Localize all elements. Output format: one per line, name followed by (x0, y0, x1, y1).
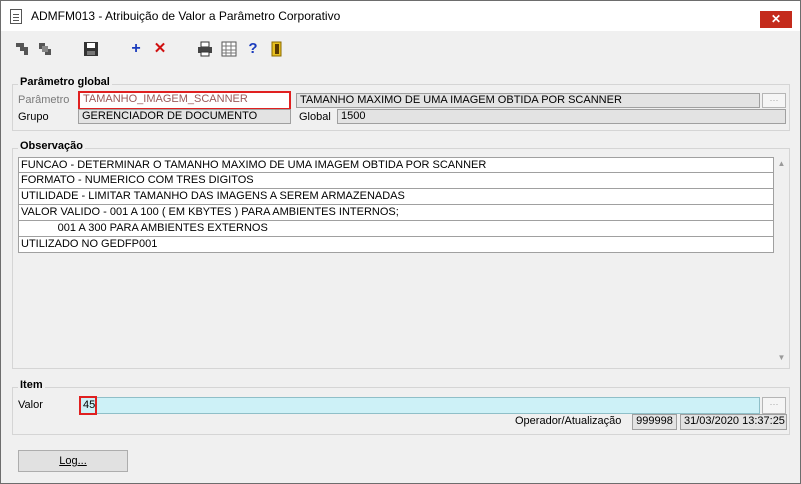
parametro-label: Parâmetro (18, 94, 70, 106)
observacao-line: FORMATO - NUMERICO COM TRES DIGITOS (18, 173, 774, 189)
observacao-line: UTILIZADO NO GEDFP001 (18, 237, 774, 253)
global-label: Global (299, 111, 331, 123)
delete-icon[interactable]: ✕ (152, 41, 168, 57)
parametro-description-field: TAMANHO MAXIMO DE UMA IMAGEM OBTIDA POR … (296, 93, 760, 108)
log-button[interactable]: Log... (18, 450, 128, 472)
scroll-down-icon[interactable]: ▼ (775, 351, 788, 364)
parametro-lookup-button[interactable]: ⋯ (762, 93, 786, 108)
operador-field: 999998 (632, 414, 677, 430)
atualizacao-field: 31/03/2020 13:37:25 (680, 414, 787, 430)
log-button-label: Log... (59, 455, 87, 467)
valor-lookup-button[interactable]: ⋯ (762, 397, 786, 414)
add-icon[interactable]: + (128, 41, 144, 57)
parametro-global-title: Parâmetro global (18, 76, 112, 88)
observacao-line: 001 A 300 PARA AMBIENTES EXTERNOS (18, 221, 774, 237)
window-title: ADMFM013 - Atribuição de Valor a Parâmet… (31, 9, 341, 23)
observacao-line: VALOR VALIDO - 001 A 100 ( EM KBYTES ) P… (18, 205, 774, 221)
item-title: Item (18, 379, 45, 391)
main-window: ADMFM013 - Atribuição de Valor a Parâmet… (0, 0, 801, 484)
global-field: 1500 (337, 109, 786, 124)
grupo-label: Grupo (18, 111, 49, 123)
title-bar: ADMFM013 - Atribuição de Valor a Parâmet… (1, 1, 800, 31)
previous-record-icon[interactable] (37, 41, 53, 57)
observacao-line: UTILIDADE - LIMITAR TAMANHO DAS IMAGENS … (18, 189, 774, 205)
observacao-scrollbar[interactable]: ▲ ▼ (775, 157, 788, 364)
operador-atualizacao-label: Operador/Atualização (515, 415, 622, 427)
scroll-up-icon[interactable]: ▲ (775, 157, 788, 170)
save-icon[interactable] (83, 41, 99, 57)
observacao-title: Observação (18, 140, 85, 152)
valor-label: Valor (18, 399, 43, 411)
grupo-field: GERENCIADOR DE DOCUMENTO (78, 109, 291, 124)
valor-input[interactable]: 45 (79, 397, 760, 414)
observacao-list[interactable]: FUNCAO - DETERMINAR O TAMANHO MAXIMO DE … (18, 157, 774, 253)
print-icon[interactable] (197, 41, 213, 57)
exit-icon[interactable] (269, 41, 285, 57)
grid-icon[interactable] (221, 41, 237, 57)
first-record-icon[interactable] (14, 41, 30, 57)
toolbar: + ✕ ? (1, 32, 800, 64)
close-button[interactable]: ✕ (760, 11, 792, 28)
help-icon[interactable]: ? (245, 41, 261, 57)
parametro-field[interactable]: TAMANHO_IMAGEM_SCANNER (78, 91, 291, 110)
document-icon (10, 9, 22, 24)
valor-highlight (79, 396, 97, 415)
observacao-line: FUNCAO - DETERMINAR O TAMANHO MAXIMO DE … (18, 157, 774, 173)
